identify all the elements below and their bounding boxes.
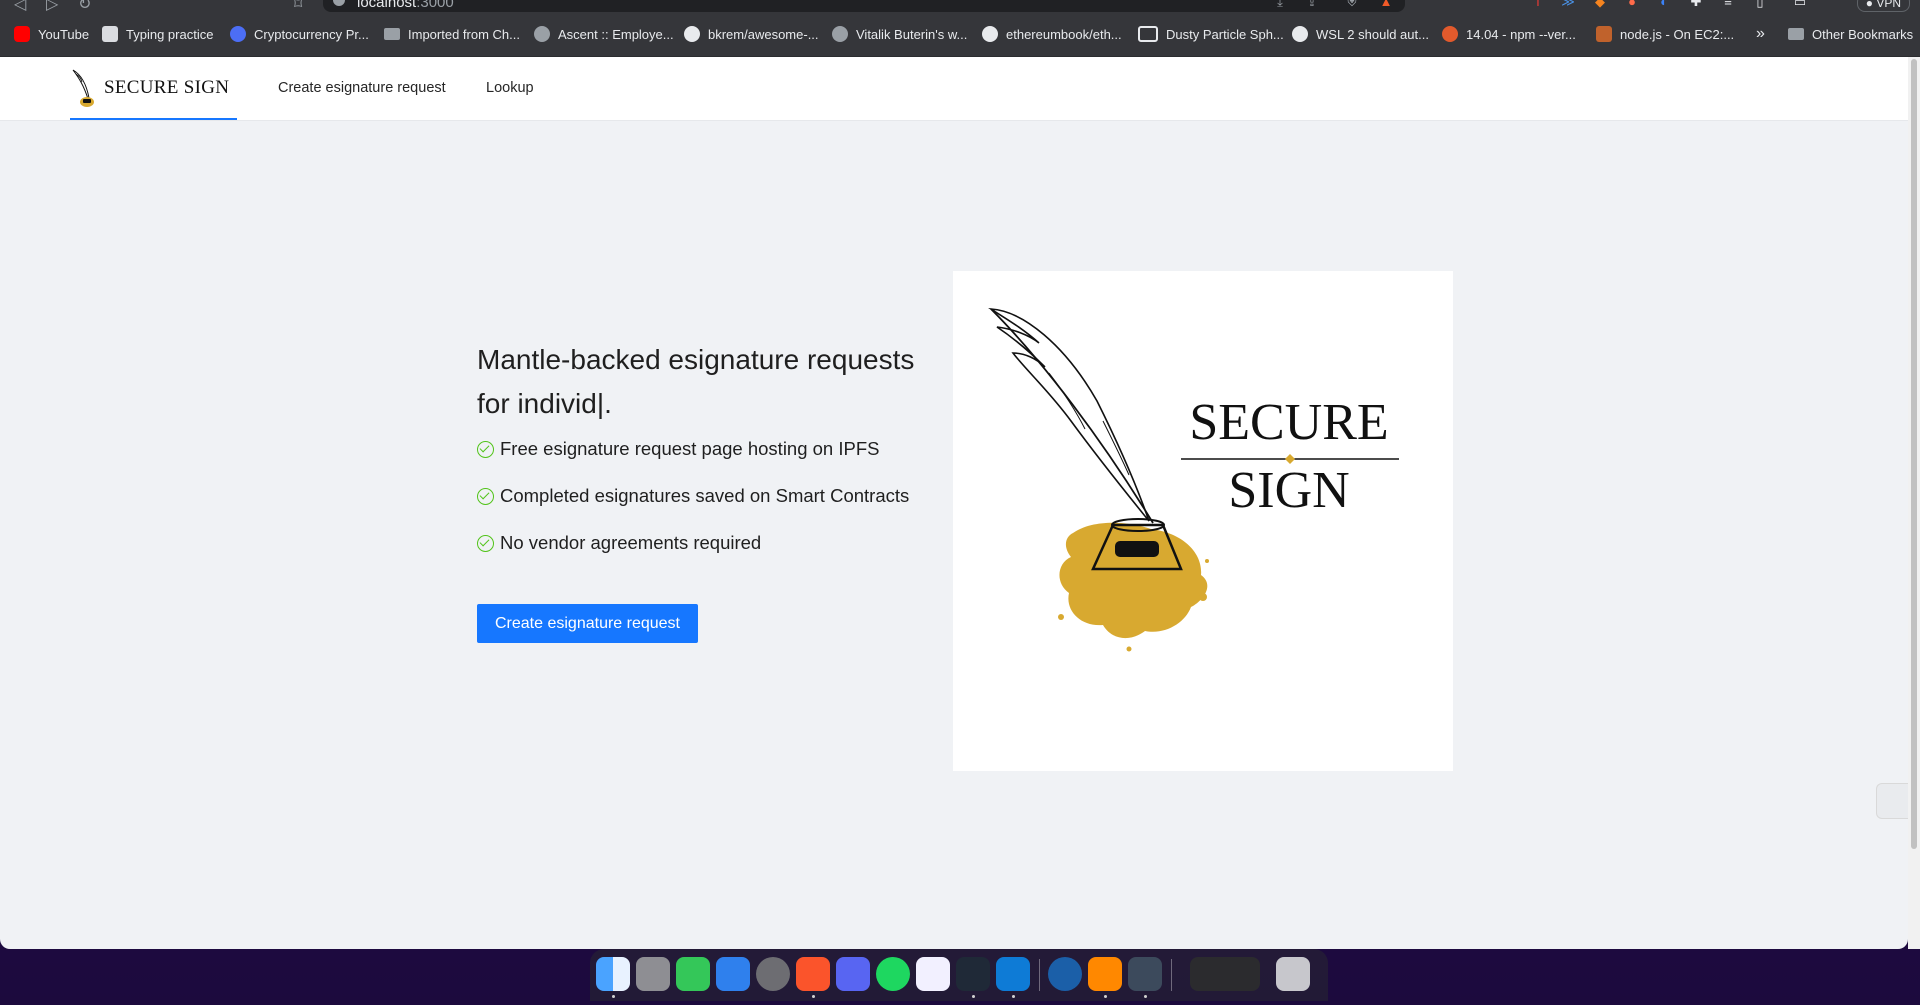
system-preferences-icon[interactable] bbox=[756, 957, 790, 991]
vpn-button[interactable]: ● VPN bbox=[1856, 0, 1910, 12]
brand-name: SECURE SIGN bbox=[104, 76, 230, 98]
bookmark-item[interactable]: YouTube bbox=[14, 12, 89, 56]
coin-icon bbox=[230, 26, 246, 42]
extension-tp-icon[interactable]: Ƭ bbox=[1530, 0, 1546, 10]
discord-icon[interactable] bbox=[836, 957, 870, 991]
running-indicator bbox=[1144, 995, 1147, 998]
site-info-icon[interactable] bbox=[333, 0, 345, 6]
extensions-puzzle-icon[interactable]: ✚ bbox=[1688, 0, 1704, 10]
bookmark-item[interactable]: WSL 2 should aut... bbox=[1292, 12, 1429, 56]
check-circle-icon bbox=[477, 487, 494, 505]
globe-icon bbox=[534, 26, 550, 42]
launchpad-icon[interactable] bbox=[636, 957, 670, 991]
feature-text: No vendor agreements required bbox=[500, 532, 762, 553]
feature-text: Free esignature request page hosting on … bbox=[500, 438, 880, 459]
browser-toolbar: ◁ ▷ ↻ ⌑ localhost:3000 ⤓ ⇪ ⛨ ▲ Ƭ ≫ ◆ ● ◐… bbox=[0, 0, 1920, 13]
trash-icon[interactable] bbox=[1276, 957, 1310, 991]
vscode-icon[interactable] bbox=[996, 957, 1030, 991]
finder-icon[interactable] bbox=[596, 957, 630, 991]
running-indicator bbox=[812, 995, 815, 998]
quill-logo-icon bbox=[72, 69, 94, 107]
dock-separator bbox=[1039, 959, 1040, 991]
brave-browser-icon[interactable] bbox=[796, 957, 830, 991]
logo-line2: SIGN bbox=[1228, 462, 1349, 519]
mail-icon[interactable] bbox=[716, 957, 750, 991]
brave-rewards-icon[interactable]: ▲ bbox=[1378, 0, 1394, 10]
page-viewport: SECURE SIGN Create esignature request Lo… bbox=[0, 57, 1908, 949]
nav-lookup[interactable]: Lookup bbox=[486, 57, 534, 120]
bookmark-item[interactable]: Vitalik Buterin's w... bbox=[832, 12, 967, 56]
feature-text: Completed esignatures saved on Smart Con… bbox=[500, 485, 910, 506]
bookmarks-overflow-button[interactable]: » bbox=[1756, 12, 1765, 56]
brave-shield-icon[interactable]: ⛨ bbox=[1344, 0, 1360, 10]
logo-line1: SECURE bbox=[1189, 394, 1388, 451]
feature-item: Free esignature request page hosting on … bbox=[477, 438, 880, 460]
messages-icon[interactable] bbox=[676, 957, 710, 991]
github-icon bbox=[684, 26, 700, 42]
check-circle-icon bbox=[477, 440, 494, 458]
bookmark-item[interactable]: node.js - On EC2:... bbox=[1596, 12, 1734, 56]
bookmark-page-icon bbox=[102, 26, 118, 42]
vlc-icon[interactable] bbox=[1088, 957, 1122, 991]
extension-wave-icon[interactable]: ≫ bbox=[1560, 0, 1576, 10]
dock-separator bbox=[1171, 959, 1172, 991]
folder-icon bbox=[1788, 28, 1804, 40]
bookmarks-bar: YouTube Typing practice Cryptocurrency P… bbox=[0, 12, 1920, 57]
macos-dock bbox=[590, 949, 1328, 1001]
github-icon bbox=[1292, 26, 1308, 42]
secure-sign-logo-image: SECURE SIGN bbox=[953, 271, 1453, 771]
extension-moon-icon[interactable]: ◐ bbox=[1656, 0, 1672, 10]
app-header: SECURE SIGN Create esignature request Lo… bbox=[0, 57, 1908, 121]
nav-create-request[interactable]: Create esignature request bbox=[278, 57, 446, 120]
feature-item: No vendor agreements required bbox=[477, 532, 761, 554]
floating-widget-tab[interactable] bbox=[1876, 783, 1908, 819]
spotify-icon[interactable] bbox=[876, 957, 910, 991]
feature-item: Completed esignatures saved on Smart Con… bbox=[477, 485, 909, 507]
create-request-button[interactable]: Create esignature request bbox=[477, 604, 698, 643]
brand-logo-link[interactable]: SECURE SIGN bbox=[70, 57, 237, 120]
running-indicator bbox=[1104, 995, 1107, 998]
bookmark-item[interactable]: 14.04 - npm --ver... bbox=[1442, 12, 1576, 56]
proxyman-icon[interactable] bbox=[1048, 957, 1082, 991]
wallet-icon[interactable]: ▭ bbox=[1792, 0, 1808, 10]
bookmark-item[interactable]: Imported from Ch... bbox=[384, 12, 520, 56]
url-text: localhost:3000 bbox=[357, 0, 454, 11]
stackoverflow-icon bbox=[1596, 26, 1612, 42]
downloads-stack-icon[interactable] bbox=[1190, 957, 1260, 991]
quill-ink-logo-icon: SECURE SIGN bbox=[988, 308, 1399, 652]
address-bar[interactable]: localhost:3000 bbox=[323, 0, 1405, 12]
vectorize-icon[interactable] bbox=[916, 957, 950, 991]
running-indicator bbox=[972, 995, 975, 998]
bookmark-item[interactable]: bkrem/awesome-... bbox=[684, 12, 819, 56]
metamask-icon[interactable]: ◆ bbox=[1592, 0, 1608, 10]
folder-icon bbox=[384, 28, 400, 40]
scrollbar-thumb[interactable] bbox=[1911, 59, 1917, 849]
bookmark-item[interactable]: Ascent :: Employe... bbox=[534, 12, 674, 56]
askubuntu-icon bbox=[1442, 26, 1458, 42]
running-indicator bbox=[1012, 995, 1015, 998]
github-icon bbox=[982, 26, 998, 42]
youtube-icon bbox=[14, 26, 30, 42]
reading-list-icon[interactable]: ≡ bbox=[1720, 0, 1736, 10]
page-scrollbar[interactable] bbox=[1908, 57, 1920, 949]
extension-face-icon[interactable]: ● bbox=[1624, 0, 1640, 10]
bookmark-item[interactable]: Typing practice bbox=[102, 12, 213, 56]
davinci-resolve-icon[interactable] bbox=[1128, 957, 1162, 991]
other-bookmarks-folder[interactable]: Other Bookmarks bbox=[1788, 12, 1913, 56]
globe-icon bbox=[832, 26, 848, 42]
running-indicator bbox=[612, 995, 615, 998]
check-circle-icon bbox=[477, 534, 494, 552]
terminal-icon[interactable] bbox=[956, 957, 990, 991]
app-icon bbox=[1138, 26, 1158, 42]
bookmark-item[interactable]: ethereumbook/eth... bbox=[982, 12, 1122, 56]
bookmark-item[interactable]: Dusty Particle Sph... bbox=[1138, 12, 1284, 56]
sidebar-icon[interactable]: ▯ bbox=[1752, 0, 1768, 10]
hero-title: Mantle-backed esignature requests for in… bbox=[477, 343, 915, 419]
share-icon[interactable]: ⇪ bbox=[1304, 0, 1320, 10]
install-icon[interactable]: ⤓ bbox=[1272, 0, 1288, 10]
bookmark-item[interactable]: Cryptocurrency Pr... bbox=[230, 12, 369, 56]
